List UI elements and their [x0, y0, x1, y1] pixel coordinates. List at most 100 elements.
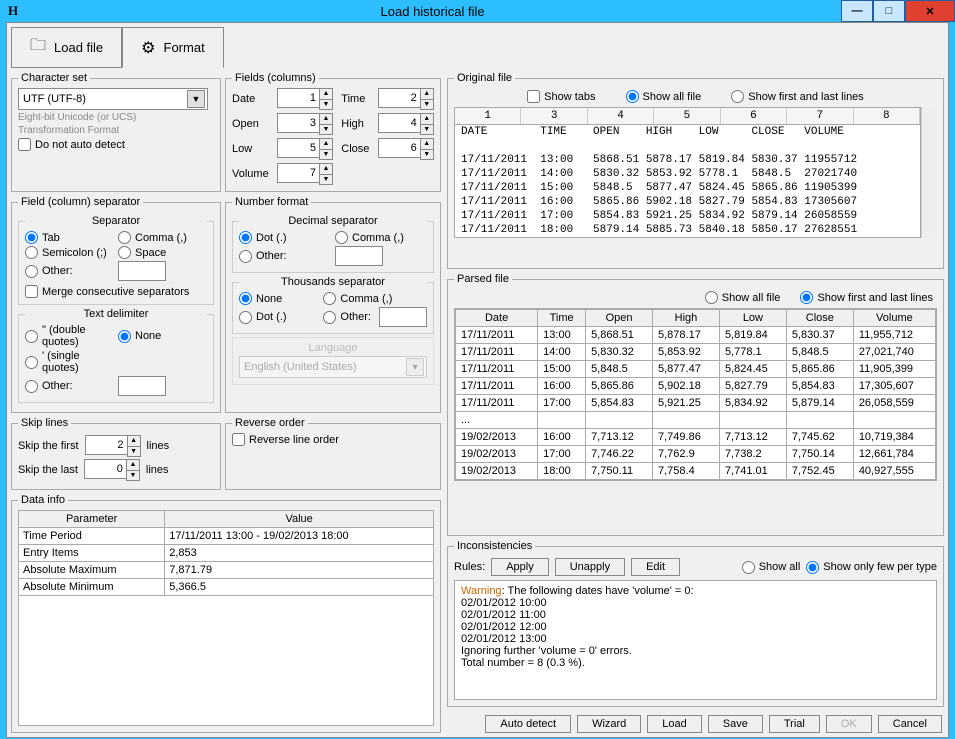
- thou-other-input[interactable]: [379, 307, 427, 327]
- skip-first-input[interactable]: [85, 435, 127, 455]
- high-spinner[interactable]: ▲▼: [378, 113, 434, 135]
- dec-other-input[interactable]: [335, 246, 383, 266]
- show-tabs-checkbox[interactable]: Show tabs: [527, 90, 595, 103]
- date-spinner[interactable]: ▲▼: [277, 88, 333, 110]
- auto-detect-button[interactable]: Auto detect: [485, 715, 571, 733]
- sep-space-radio[interactable]: Space: [118, 246, 207, 259]
- spin-down[interactable]: ▼: [320, 174, 332, 184]
- sep-semicolon-radio[interactable]: Semicolon (;): [25, 246, 114, 259]
- edit-button[interactable]: Edit: [631, 558, 680, 576]
- apply-button[interactable]: Apply: [491, 558, 549, 576]
- table-cell: 7,749.86: [653, 429, 720, 446]
- charset-select[interactable]: UTF (UTF-8) ▼: [18, 88, 208, 110]
- delim-other-input[interactable]: [118, 376, 166, 396]
- spin-up[interactable]: ▲: [421, 114, 433, 124]
- volume-spinner[interactable]: ▲▼: [277, 163, 333, 185]
- low-spinner[interactable]: ▲▼: [277, 138, 333, 160]
- dec-other-radio[interactable]: Other:: [239, 246, 331, 266]
- load-button[interactable]: Load: [647, 715, 701, 733]
- spin-up[interactable]: ▲: [320, 139, 332, 149]
- orig-show-fl-radio[interactable]: Show first and last lines: [731, 90, 864, 103]
- table-cell: 26,058,559: [853, 395, 935, 412]
- skip-last-spinner[interactable]: ▲▼: [84, 459, 140, 481]
- table-row: Time Period17/11/2011 13:00 - 19/02/2013…: [19, 528, 434, 545]
- save-button[interactable]: Save: [708, 715, 763, 733]
- close-spinner[interactable]: ▲▼: [378, 138, 434, 160]
- tab-format[interactable]: ⚙ Format: [122, 27, 224, 68]
- app-icon: H: [8, 3, 18, 19]
- no-auto-checkbox-input[interactable]: [18, 138, 31, 151]
- low-input[interactable]: [277, 138, 319, 158]
- parsed-show-fl-radio[interactable]: Show first and last lines: [800, 291, 933, 304]
- close-button[interactable]: ✕: [905, 0, 955, 22]
- dec-comma-radio[interactable]: Comma (,): [335, 231, 427, 244]
- spin-down[interactable]: ▼: [128, 446, 140, 456]
- thou-comma-radio[interactable]: Comma (,): [323, 292, 427, 305]
- unapply-button[interactable]: Unapply: [555, 558, 625, 576]
- cancel-button[interactable]: Cancel: [878, 715, 942, 733]
- table-cell: 17/11/2011: [456, 395, 538, 412]
- table-cell: 14:00: [538, 344, 586, 361]
- sep-other-input[interactable]: [118, 261, 166, 281]
- spin-up[interactable]: ▲: [421, 89, 433, 99]
- sliders-icon: ⚙: [141, 38, 155, 58]
- delim-dq-radio[interactable]: " (double quotes): [25, 324, 114, 348]
- table-row: 17/11/201114:005,830.325,853.925,778.15,…: [456, 344, 936, 361]
- spin-down[interactable]: ▼: [421, 99, 433, 109]
- spin-down[interactable]: ▼: [421, 124, 433, 134]
- thou-dot-radio[interactable]: Dot (.): [239, 307, 319, 327]
- chevron-down-icon: ▼: [406, 358, 424, 376]
- minimize-button[interactable]: —: [841, 0, 873, 22]
- spin-down[interactable]: ▼: [421, 149, 433, 159]
- skip-first-spinner[interactable]: ▲▼: [85, 435, 141, 457]
- thou-none-radio[interactable]: None: [239, 292, 319, 305]
- open-spinner[interactable]: ▲▼: [277, 113, 333, 135]
- orig-show-all-radio[interactable]: Show all file: [626, 90, 702, 103]
- maximize-button[interactable]: □: [873, 0, 905, 22]
- volume-input[interactable]: [277, 163, 319, 183]
- merge-sep-checkbox[interactable]: Merge consecutive separators: [25, 285, 207, 298]
- incons-show-few-radio[interactable]: Show only few per type: [806, 561, 937, 574]
- spin-up[interactable]: ▲: [320, 164, 332, 174]
- skip-last-input[interactable]: [84, 459, 126, 479]
- dec-dot-radio[interactable]: Dot (.): [239, 231, 331, 244]
- spin-up[interactable]: ▲: [128, 436, 140, 446]
- open-input[interactable]: [277, 113, 319, 133]
- thou-other-radio[interactable]: Other:: [323, 307, 427, 327]
- tab-label: Format: [164, 40, 205, 55]
- time-spinner[interactable]: ▲▼: [378, 88, 434, 110]
- spin-up[interactable]: ▲: [320, 114, 332, 124]
- spin-up[interactable]: ▲: [127, 460, 139, 470]
- close-input[interactable]: [378, 138, 420, 158]
- legend-fields: Fields (columns): [232, 72, 319, 84]
- no-auto-detect-checkbox[interactable]: Do not auto detect: [18, 138, 214, 151]
- fieldset-reverse: Reverse order Reverse line order: [225, 417, 441, 490]
- delim-other-radio[interactable]: Other:: [25, 376, 114, 396]
- trial-button[interactable]: Trial: [769, 715, 820, 733]
- spin-down[interactable]: ▼: [320, 99, 332, 109]
- spin-up[interactable]: ▲: [421, 139, 433, 149]
- sep-other-radio[interactable]: Other:: [25, 261, 114, 281]
- spin-down[interactable]: ▼: [127, 470, 139, 480]
- incons-show-all-radio[interactable]: Show all: [742, 561, 801, 574]
- time-input[interactable]: [378, 88, 420, 108]
- inconsistencies-log[interactable]: Warning: The following dates have 'volum…: [454, 580, 937, 700]
- delim-sq-radio[interactable]: ' (single quotes): [25, 350, 114, 374]
- sep-comma-radio[interactable]: Comma (,): [118, 231, 207, 244]
- charset-hint2: Transformation Format: [18, 125, 214, 136]
- date-input[interactable]: [277, 88, 319, 108]
- original-grid[interactable]: 1345678 DATE TIME OPEN HIGH LOW CLOSE VO…: [454, 107, 921, 238]
- high-input[interactable]: [378, 113, 420, 133]
- parsed-show-all-radio[interactable]: Show all file: [705, 291, 781, 304]
- sep-tab-radio[interactable]: Tab: [25, 231, 114, 244]
- spin-down[interactable]: ▼: [320, 149, 332, 159]
- tab-load-file[interactable]: 🗀 Load file: [11, 27, 122, 68]
- reverse-checkbox[interactable]: Reverse line order: [232, 433, 434, 446]
- log-line: 02/01/2012 13:00: [461, 633, 930, 645]
- spin-down[interactable]: ▼: [320, 124, 332, 134]
- delim-none-radio[interactable]: None: [118, 324, 207, 348]
- scrollbar[interactable]: [921, 107, 937, 238]
- spin-up[interactable]: ▲: [320, 89, 332, 99]
- table-cell: 5,778.1: [719, 344, 786, 361]
- wizard-button[interactable]: Wizard: [577, 715, 641, 733]
